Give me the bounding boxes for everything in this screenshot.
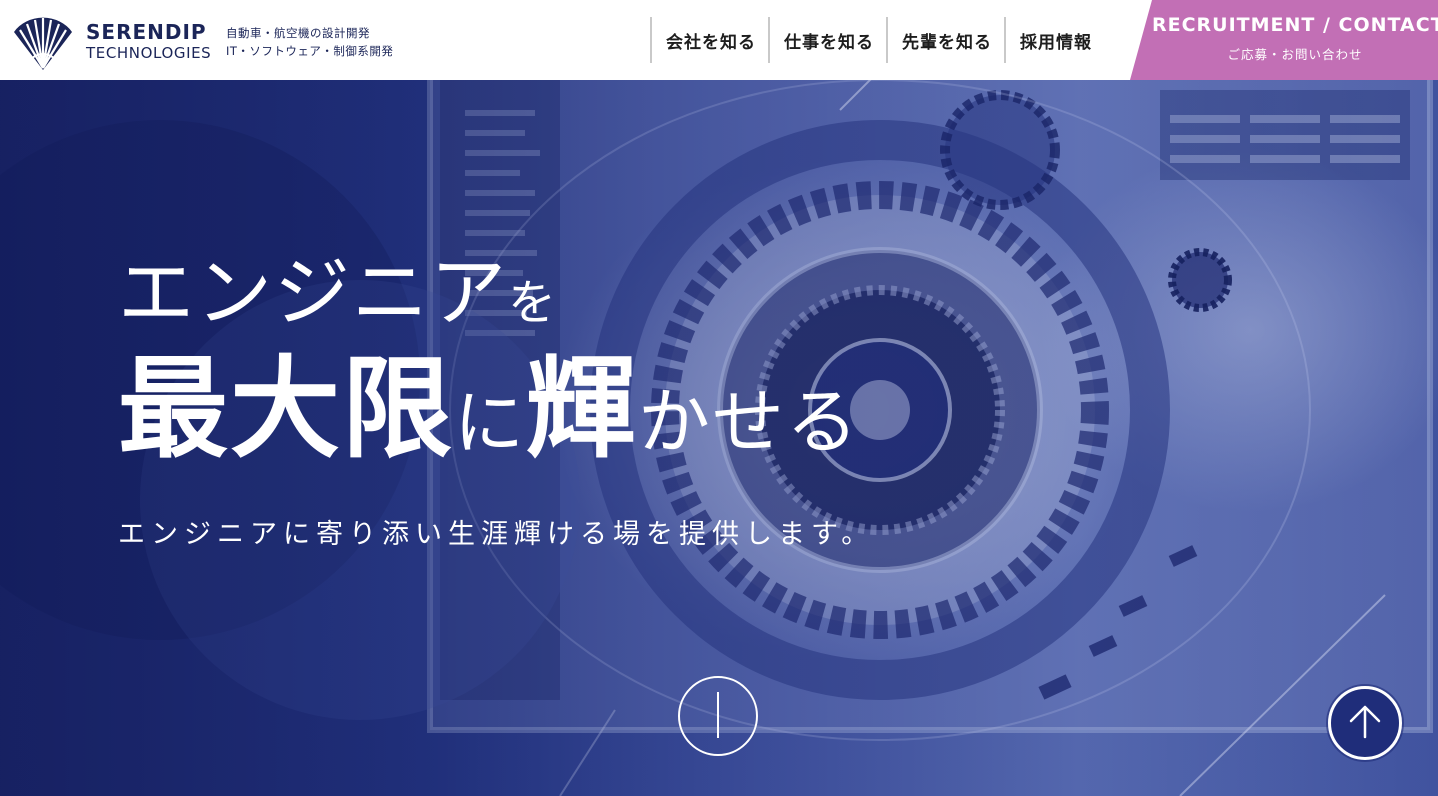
site-header: SERENDIP TECHNOLOGIES 自動車・航空機の設計開発 IT・ソフ… bbox=[0, 0, 1438, 80]
hero-section: エンジニアを 最大限に輝かせる エンジニアに寄り添い生涯輝ける場を提供します。 bbox=[0, 80, 1438, 796]
cta-title: RECRUITMENT / CONTACT bbox=[1152, 14, 1438, 36]
scroll-down-icon[interactable] bbox=[678, 676, 758, 756]
tagline-line-1: 自動車・航空機の設計開発 bbox=[226, 26, 370, 40]
headline-line-2: 最大限に輝かせる bbox=[118, 344, 860, 488]
scroll-indicator-bar bbox=[717, 692, 719, 738]
site-logo[interactable]: SERENDIP TECHNOLOGIES bbox=[12, 10, 212, 72]
brand-tagline: 自動車・航空機の設計開発 IT・ソフトウェア・制御系開発 bbox=[226, 24, 393, 60]
headline-kaseru: かせる bbox=[638, 380, 861, 464]
hero-headline: エンジニアを 最大限に輝かせる bbox=[118, 248, 860, 488]
logo-fan-icon bbox=[14, 17, 72, 70]
tagline-line-2: IT・ソフトウェア・制御系開発 bbox=[226, 44, 394, 58]
nav-item-company[interactable]: 会社を知る bbox=[650, 17, 768, 63]
main-nav: 会社を知る 仕事を知る 先輩を知る 採用情報 bbox=[650, 17, 1104, 63]
arrow-up-icon bbox=[1349, 705, 1381, 739]
nav-item-work[interactable]: 仕事を知る bbox=[768, 17, 886, 63]
headline-particle-wo: を bbox=[508, 275, 559, 331]
brand-subname: TECHNOLOGIES bbox=[86, 44, 212, 62]
headline-particle-ni: に bbox=[454, 382, 526, 464]
headline-line-1: エンジニアを bbox=[118, 248, 860, 348]
page-top-button[interactable] bbox=[1328, 686, 1402, 760]
hero-subheadline: エンジニアに寄り添い生涯輝ける場を提供します。 bbox=[118, 519, 875, 550]
headline-engineer: エンジニア bbox=[118, 248, 508, 337]
nav-item-recruit-info[interactable]: 採用情報 bbox=[1004, 17, 1104, 63]
cta-subtitle: ご応募・お問い合わせ bbox=[1227, 47, 1363, 62]
headline-shine-kanji: 輝 bbox=[526, 344, 638, 473]
recruitment-contact-button[interactable]: RECRUITMENT / CONTACT ご応募・お問い合わせ bbox=[1130, 0, 1438, 80]
brand-name: SERENDIP bbox=[86, 20, 207, 44]
nav-item-seniors[interactable]: 先輩を知る bbox=[886, 17, 1004, 63]
headline-maximum: 最大限 bbox=[118, 344, 454, 473]
